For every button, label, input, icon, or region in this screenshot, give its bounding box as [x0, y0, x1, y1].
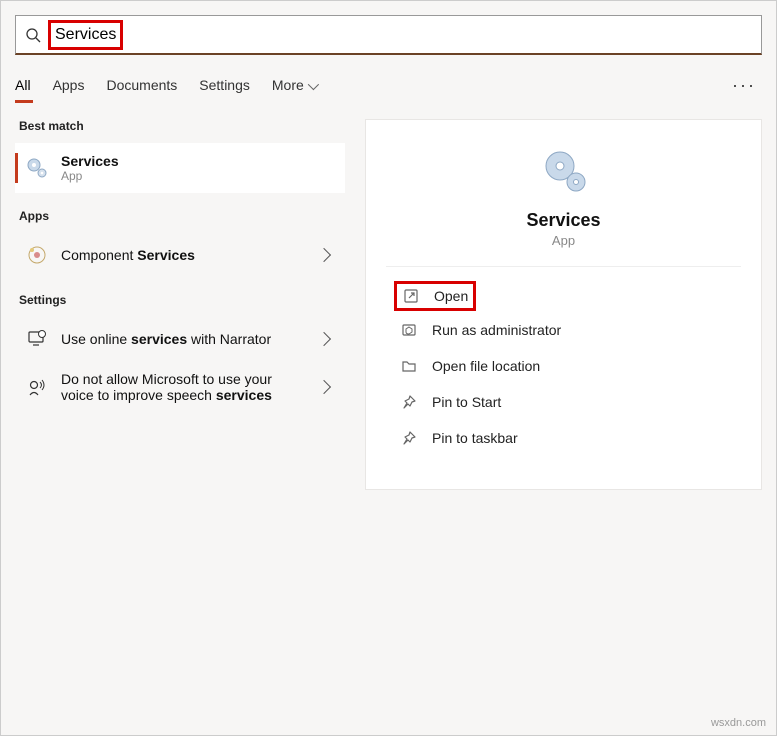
action-pin-taskbar[interactable]: Pin to taskbar — [396, 423, 731, 453]
component-services-icon — [25, 243, 49, 267]
tab-settings[interactable]: Settings — [199, 69, 250, 101]
action-label: Pin to taskbar — [432, 430, 518, 446]
results-column: Best match Services App Apps Component S… — [15, 119, 345, 490]
filter-tabs: All Apps Documents Settings More ··· — [1, 65, 776, 101]
section-best-match: Best match — [15, 119, 345, 143]
open-icon — [402, 287, 420, 305]
search-bar[interactable]: Services — [15, 15, 762, 55]
section-apps: Apps — [15, 209, 345, 233]
action-file-location[interactable]: Open file location — [396, 351, 731, 381]
preview-subtitle: App — [552, 233, 575, 248]
tab-all[interactable]: All — [15, 69, 31, 101]
result-narrator-services[interactable]: Use online services with Narrator — [15, 317, 345, 361]
tab-documents[interactable]: Documents — [106, 69, 177, 101]
preview-panel: Services App Open Run as administrator — [365, 119, 762, 490]
pin-icon — [400, 393, 418, 411]
preview-title: Services — [526, 210, 600, 231]
action-open[interactable]: Open — [396, 283, 474, 309]
result-title: Services — [61, 153, 335, 169]
result-title: Component Services — [61, 247, 307, 263]
chevron-down-icon — [308, 79, 319, 90]
result-speech-services[interactable]: Do not allow Microsoft to use yourvoice … — [15, 361, 345, 413]
result-title: Do not allow Microsoft to use yourvoice … — [61, 371, 307, 403]
result-services-app[interactable]: Services App — [15, 143, 345, 193]
voice-icon — [25, 375, 49, 399]
search-input[interactable]: Services — [55, 26, 116, 44]
shield-icon — [400, 321, 418, 339]
monitor-globe-icon — [25, 327, 49, 351]
action-label: Pin to Start — [432, 394, 501, 410]
pin-icon — [400, 429, 418, 447]
folder-icon — [400, 357, 418, 375]
action-pin-start[interactable]: Pin to Start — [396, 387, 731, 417]
action-label: Run as administrator — [432, 322, 561, 338]
tab-apps[interactable]: Apps — [53, 69, 85, 101]
chevron-right-icon — [317, 332, 331, 346]
watermark: wsxdn.com — [711, 717, 766, 729]
action-label: Open file location — [432, 358, 540, 374]
search-highlight-annotation: Services — [48, 20, 123, 50]
gears-icon — [25, 156, 49, 180]
chevron-right-icon — [317, 380, 331, 394]
gears-icon — [538, 146, 590, 198]
result-component-services[interactable]: Component Services — [15, 233, 345, 277]
result-title: Use online services with Narrator — [61, 331, 307, 347]
more-options-button[interactable]: ··· — [726, 75, 762, 96]
search-icon — [24, 26, 42, 44]
tab-more[interactable]: More — [272, 69, 316, 101]
section-settings: Settings — [15, 293, 345, 317]
action-run-admin[interactable]: Run as administrator — [396, 315, 731, 345]
action-label: Open — [434, 288, 468, 304]
chevron-right-icon — [317, 248, 331, 262]
result-subtitle: App — [61, 169, 335, 183]
